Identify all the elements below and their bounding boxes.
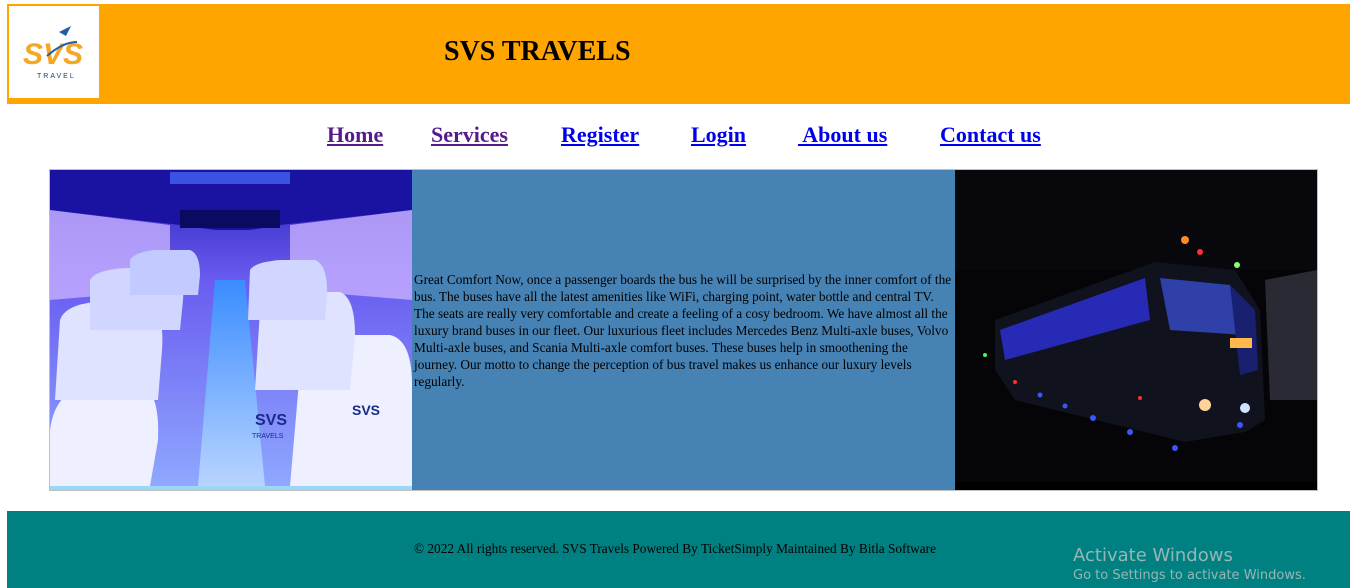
activate-windows-watermark: Activate Windows Go to Settings to activ… — [1073, 545, 1306, 583]
bus-exterior-image — [955, 170, 1317, 490]
bus-night-illustration — [955, 170, 1317, 486]
bus-interior-image: SVS TRAVELS SVS — [50, 170, 412, 490]
nav-link-about-us[interactable]: About us — [798, 122, 887, 148]
main-nav: Home Services Register Login About us Co… — [0, 122, 1350, 152]
nav-link-services[interactable]: Services — [431, 122, 508, 148]
site-logo[interactable]: SVS TRAVEL — [9, 6, 99, 98]
svs-logo-icon: SVS TRAVEL — [23, 26, 83, 80]
nav-link-contact-us[interactable]: Contact us — [940, 122, 1041, 148]
description-cell: Great Comfort Now, once a passenger boar… — [412, 170, 955, 490]
seat-cover-logo-2: SVS — [352, 402, 380, 418]
bus-interior-illustration: SVS TRAVELS SVS — [50, 170, 412, 486]
nav-link-login[interactable]: Login — [691, 122, 746, 148]
nav-link-home[interactable]: Home — [327, 122, 383, 148]
nav-link-register[interactable]: Register — [561, 122, 639, 148]
seat-cover-logo: SVS — [255, 412, 287, 429]
description-text: Great Comfort Now, once a passenger boar… — [414, 271, 952, 389]
activate-windows-title: Activate Windows — [1073, 545, 1233, 566]
site-header: SVS TRAVEL SVS TRAVELS — [7, 4, 1350, 104]
site-title: SVS TRAVELS — [444, 36, 631, 67]
activate-windows-subtitle: Go to Settings to activate Windows. — [1073, 568, 1306, 583]
content-table: SVS TRAVELS SVS Great Comfort Now, once … — [49, 169, 1318, 491]
seat-cover-subtext: TRAVELS — [252, 433, 284, 440]
logo-subtext: TRAVEL — [37, 73, 76, 80]
